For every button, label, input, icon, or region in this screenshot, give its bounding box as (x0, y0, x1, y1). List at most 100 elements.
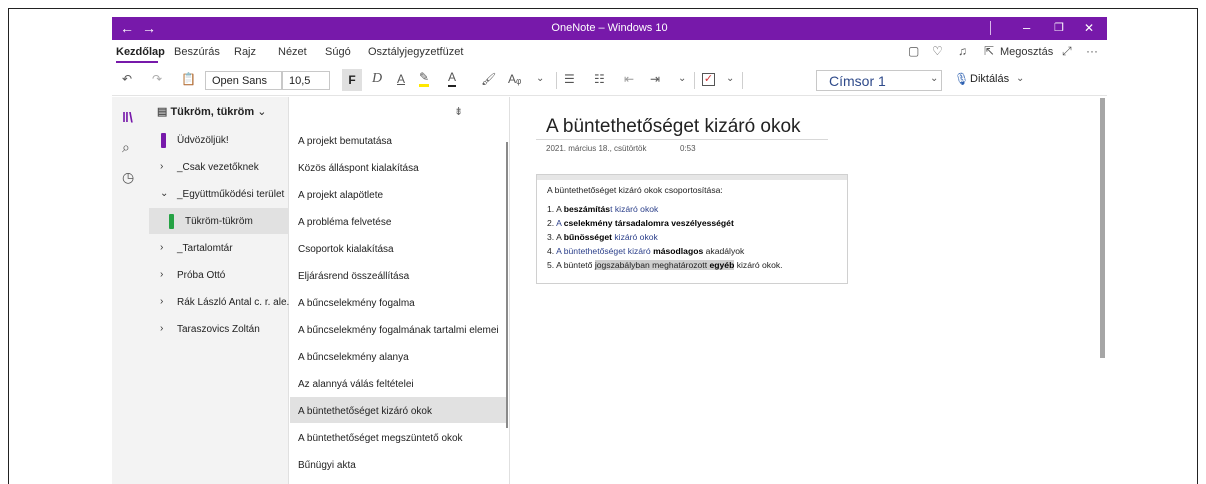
nav-rail: ǁ\ ⌕ ◷ (112, 97, 149, 484)
share-button[interactable]: Megosztás (1000, 46, 1053, 58)
indent-icon[interactable]: ⇥ (650, 70, 660, 88)
tab-osztalyjegyzetfuzet[interactable]: Osztályjegyzetfüzet (368, 46, 463, 58)
section-group-rak-laszlo[interactable]: › Rák László Antal c. r. ale... (149, 289, 295, 315)
page-title[interactable]: A büntethetőséget kizáró okok (546, 116, 801, 138)
list-options-chevron-icon[interactable]: ⌄ (678, 70, 686, 88)
notebook-icon: ▤ (157, 106, 171, 118)
page-label: A bűncselekmény fogalmának tartalmi elem… (298, 325, 499, 336)
page-item[interactable]: Közös álláspont kialakítása (290, 154, 508, 180)
underline-button[interactable]: A (397, 70, 405, 88)
restore-icon[interactable]: ❐ (1054, 19, 1064, 37)
note-container-grip[interactable] (537, 175, 847, 180)
fullscreen-icon[interactable]: ⤢ (1062, 44, 1072, 59)
tab-rajz[interactable]: Rajz (234, 46, 256, 58)
section-group-egyuttmukodesi[interactable]: ⌄ _Együttműködési terület (149, 181, 289, 207)
section-group-taraszovics[interactable]: › Taraszovics Zoltán (149, 316, 289, 342)
highlight-icon[interactable]: ✎ (419, 70, 430, 87)
close-icon[interactable]: ✕ (1084, 19, 1094, 37)
tab-kezdolap[interactable]: Kezdőlap (116, 46, 165, 58)
section-label: Próba Ottó (177, 270, 226, 281)
canvas-scrollbar[interactable] (1100, 98, 1105, 358)
numbering-icon[interactable]: ☷ (594, 70, 605, 88)
sort-icon[interactable]: ⇟ (454, 105, 463, 118)
chevron-right-icon[interactable]: › (160, 161, 163, 172)
section-item-udvozoljuk[interactable]: Üdvözöljük! (149, 127, 289, 153)
immersive-reader-icon[interactable]: ▢ (908, 44, 919, 58)
page-canvas[interactable]: A büntethetőséget kizáró okok 2021. márc… (510, 97, 1107, 484)
page-item[interactable]: A probléma felvetése (290, 208, 508, 234)
page-label: A bűncselekmény alanya (298, 352, 409, 363)
more-options-icon[interactable]: ··· (1086, 44, 1098, 58)
bold-button[interactable]: F (342, 69, 362, 91)
style-chevron-icon[interactable]: ⌄ (930, 70, 938, 88)
section-group-proba-otto[interactable]: › Próba Ottó (149, 262, 289, 288)
chevron-right-icon[interactable]: › (160, 323, 163, 334)
page-item[interactable]: A projekt bemutatása (290, 127, 508, 153)
chevron-down-icon[interactable]: ⌄ (160, 188, 168, 199)
list-text: kizáró okok (611, 232, 658, 242)
font-color-icon[interactable]: A (448, 70, 457, 87)
redo-icon[interactable]: ↷ (152, 70, 162, 88)
tab-sugo[interactable]: Súgó (325, 46, 351, 58)
page-item[interactable]: Eljárásrend összeállítása (290, 262, 508, 288)
page-item[interactable]: A bűncselekmény alanya (290, 343, 508, 369)
list-text: A (556, 204, 564, 214)
format-painter-icon[interactable]: 🖌 (481, 70, 496, 88)
page-label: A büntethetőséget megszüntető okok (298, 433, 463, 444)
tab-nezet[interactable]: Nézet (278, 46, 307, 58)
notebooks-icon[interactable]: ǁ\ (122, 109, 133, 125)
list-text: A (556, 232, 564, 242)
more-format-chevron-icon[interactable]: ⌄ (536, 70, 544, 88)
toolbar-divider (694, 72, 695, 89)
font-name-field[interactable]: Open Sans (205, 71, 282, 90)
microphone-icon[interactable]: 🎙 (954, 70, 969, 88)
clipboard-icon[interactable]: 📋 (181, 70, 196, 88)
chevron-right-icon[interactable]: › (160, 269, 163, 280)
lightbulb-icon[interactable]: ♡ (932, 44, 943, 58)
dictate-button[interactable]: Diktálás (970, 70, 1009, 88)
page-item-selected[interactable]: A büntethetőséget kizáró okok (290, 397, 508, 423)
outdent-icon[interactable]: ⇤ (624, 70, 634, 88)
font-size-field[interactable]: 10,5 (282, 71, 330, 90)
section-group-tartalomtar[interactable]: › _Tartalomtár (149, 235, 289, 261)
minimize-icon[interactable]: – (1023, 19, 1030, 37)
undo-icon[interactable]: ↶ (122, 70, 132, 88)
bell-icon[interactable]: ♫ (958, 44, 967, 58)
page-item[interactable]: A büntethetőséget megszüntető okok (290, 424, 508, 450)
title-underline (536, 139, 828, 140)
page-item[interactable]: A bűncselekmény fogalma (290, 289, 508, 315)
note-container[interactable]: A büntethetőséget kizáró okok csoportosí… (536, 174, 848, 284)
list-text-bold: társadalomra veszélyességét (614, 218, 734, 228)
section-label: _Tartalomtár (177, 243, 233, 254)
recent-clock-icon[interactable]: ◷ (122, 169, 134, 186)
chevron-right-icon[interactable]: › (160, 242, 163, 253)
chevron-right-icon[interactable]: › (160, 296, 163, 307)
page-label: A projekt alapötlete (298, 190, 384, 201)
list-text: akadályok (703, 246, 745, 256)
title-bar: ← → OneNote – Windows 10 – ❐ ✕ (112, 17, 1107, 40)
page-item[interactable]: A projekt alapötlete (290, 181, 508, 207)
todo-tag-checkbox[interactable]: ✓ (702, 73, 715, 86)
style-dropdown[interactable]: Címsor 1 (816, 70, 942, 91)
clear-format-icon[interactable]: Aᵩ (508, 70, 521, 88)
bullets-icon[interactable]: ☰ (564, 70, 575, 88)
search-icon[interactable]: ⌕ (122, 139, 130, 156)
tab-beszuras[interactable]: Beszúrás (174, 46, 220, 58)
page-item[interactable]: A bűncselekmény fogalmának tartalmi elem… (290, 316, 508, 342)
page-list: ⇟ A projekt bemutatása Közös álláspont k… (290, 97, 510, 484)
page-list-scrollbar[interactable] (506, 142, 508, 428)
share-icon[interactable]: ⇱ (984, 44, 994, 58)
dictate-chevron-icon[interactable]: ⌄ (1016, 70, 1024, 88)
italic-button[interactable]: D (372, 70, 382, 88)
page-item[interactable]: Bűnügyi akta (290, 451, 508, 477)
list-number: 3. (547, 232, 557, 242)
notebook-selector[interactable]: ▤ Tükröm, tükröm ⌄ (157, 105, 266, 118)
section-color-tab (161, 133, 166, 148)
page-item[interactable]: Az alannyá válás feltételei (290, 370, 508, 396)
page-item[interactable]: Csoportok kialakítása (290, 235, 508, 261)
section-item-tukrom-tukrom[interactable]: Tükröm-tükröm (149, 208, 289, 234)
style-dropdown-value: Címsor 1 (829, 73, 886, 89)
section-group-csak-vezetoknek[interactable]: › _Csak vezetőknek (149, 154, 289, 180)
tag-chevron-icon[interactable]: ⌄ (726, 70, 734, 88)
active-tab-underline (116, 61, 158, 63)
